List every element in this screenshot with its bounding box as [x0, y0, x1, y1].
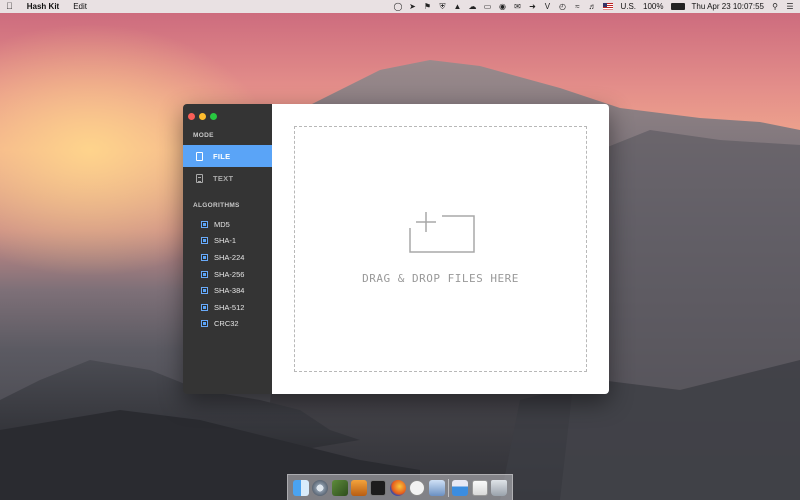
zoom-window-button[interactable]: [210, 112, 217, 120]
input-source-label[interactable]: U.S.: [620, 2, 636, 11]
algorithm-label: SHA-1: [214, 236, 237, 246]
spotlight-search-icon[interactable]: ⚲: [771, 2, 779, 11]
hash-kit-icon[interactable]: [409, 479, 426, 496]
algorithm-label: SHA-256: [214, 269, 245, 279]
text-document-icon: [196, 173, 203, 183]
shield-status-icon[interactable]: ⛨: [438, 2, 446, 11]
sublime-icon[interactable]: [350, 479, 367, 496]
algorithm-sha384[interactable]: SHA-384: [201, 282, 272, 299]
algorithm-label: MD5: [214, 219, 230, 229]
sha384-checkbox[interactable]: [201, 287, 208, 295]
tree-status-icon[interactable]: ▲: [453, 2, 462, 11]
battery-icon[interactable]: [670, 3, 685, 10]
algorithm-list: MD5 SHA-1 SHA-224 SHA-256 SHA-384 SHA-51…: [183, 216, 272, 332]
algorithm-sha224[interactable]: SHA-224: [201, 249, 272, 266]
file-icon: [196, 151, 203, 161]
mode-item-text[interactable]: TEXT: [183, 167, 272, 189]
volume-icon[interactable]: ♬: [588, 2, 596, 11]
us-flag-icon[interactable]: [603, 3, 614, 10]
menubar-edit[interactable]: Edit: [73, 2, 87, 11]
xcode-icon[interactable]: [331, 479, 348, 496]
mode-item-file[interactable]: FILE: [183, 145, 272, 167]
notification-center-icon[interactable]: ☰: [786, 2, 794, 11]
drop-zone-instruction: DRAG & DROP FILES HERE: [362, 271, 519, 285]
circle-status-icon[interactable]: ◯: [393, 2, 402, 11]
main-panel: DRAG & DROP FILES HERE: [272, 104, 609, 394]
mode-item-label: FILE: [213, 151, 231, 161]
sha256-checkbox[interactable]: [201, 270, 208, 278]
sha224-checkbox[interactable]: [201, 253, 208, 261]
cursor-status-icon[interactable]: ➤: [408, 2, 416, 11]
wifi-icon[interactable]: ≈: [573, 2, 581, 11]
terminal-icon[interactable]: [370, 479, 387, 496]
mode-item-label: TEXT: [213, 173, 234, 183]
safari-icon[interactable]: [312, 479, 329, 496]
algorithm-label: CRC32: [214, 319, 239, 329]
algorithm-label: SHA-384: [214, 286, 245, 296]
vpn-status-icon[interactable]: V: [543, 2, 551, 11]
cloud-status-icon[interactable]: ☁: [468, 2, 476, 11]
minimize-window-button[interactable]: [199, 112, 206, 120]
algorithm-label: SHA-224: [214, 252, 245, 262]
trash-icon[interactable]: [491, 479, 508, 496]
mode-section-label: MODE: [193, 132, 214, 139]
eye-status-icon[interactable]: ◉: [498, 2, 506, 11]
algorithm-label: SHA-512: [214, 302, 245, 312]
menubar-app-name[interactable]: Hash Kit: [27, 2, 59, 11]
menubar:  Hash Kit Edit ◯ ➤ ⚑ ⛨ ▲ ☁ ▭ ◉ ✉ ➜ V ◴ …: [0, 0, 800, 13]
battery-percent: 100%: [643, 2, 664, 11]
close-window-button[interactable]: [188, 112, 195, 120]
flag-status-icon[interactable]: ⚑: [423, 2, 431, 11]
dock: [287, 474, 513, 500]
finder-icon[interactable]: [292, 479, 309, 496]
algorithm-md5[interactable]: MD5: [201, 216, 272, 233]
crc32-checkbox[interactable]: [201, 320, 208, 328]
chat-status-icon[interactable]: ✉: [513, 2, 521, 11]
sha1-checkbox[interactable]: [201, 237, 208, 245]
md5-checkbox[interactable]: [201, 220, 208, 228]
apple-menu-icon[interactable]: : [6, 0, 13, 13]
time-machine-icon[interactable]: ◴: [558, 2, 566, 11]
calendar-icon[interactable]: [452, 479, 469, 496]
algorithm-crc32[interactable]: CRC32: [201, 316, 272, 333]
mail-icon[interactable]: [471, 479, 488, 496]
dock-separator: [447, 478, 449, 497]
algorithm-sha1[interactable]: SHA-1: [201, 233, 272, 250]
status-menus: ◯ ➤ ⚑ ⛨ ▲ ☁ ▭ ◉ ✉ ➜ V ◴ ≈ ♬ U.S. 100% Th…: [393, 2, 794, 11]
file-drop-zone[interactable]: DRAG & DROP FILES HERE: [294, 126, 587, 372]
window-controls: [183, 110, 272, 122]
arrow-status-icon[interactable]: ➜: [528, 2, 536, 11]
algorithm-sha256[interactable]: SHA-256: [201, 266, 272, 283]
firefox-icon[interactable]: [389, 479, 406, 496]
clipboard-status-icon[interactable]: ▭: [483, 2, 492, 11]
preview-icon[interactable]: [428, 479, 445, 496]
algorithm-sha512[interactable]: SHA-512: [201, 299, 272, 316]
sha512-checkbox[interactable]: [201, 303, 208, 311]
add-file-icon: [406, 210, 476, 254]
sidebar: MODE FILE TEXT ALGORITHMS MD5 SHA-1 SHA-…: [183, 104, 272, 394]
algorithms-section-label: ALGORITHMS: [193, 202, 240, 209]
hash-kit-window: MODE FILE TEXT ALGORITHMS MD5 SHA-1 SHA-…: [183, 104, 609, 394]
menubar-clock[interactable]: Thu Apr 23 10:07:55: [692, 2, 765, 11]
